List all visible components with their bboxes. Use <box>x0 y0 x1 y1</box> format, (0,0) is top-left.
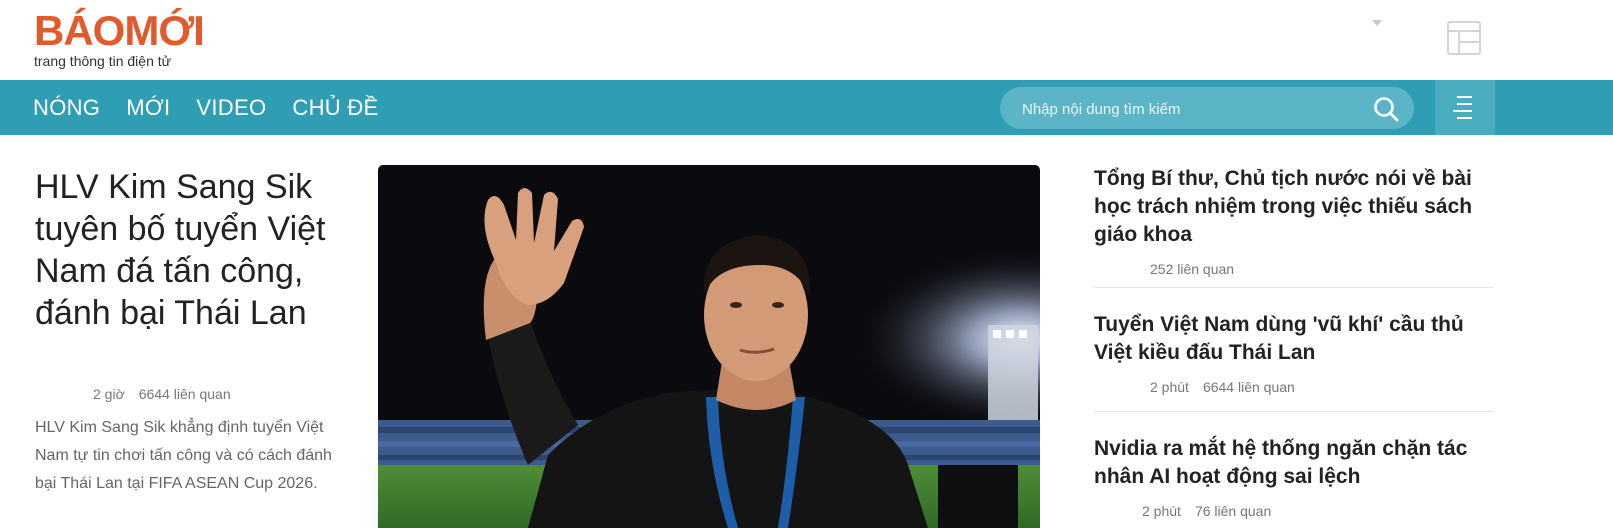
lead-article-image[interactable] <box>378 165 1040 528</box>
layout-grid-icon[interactable] <box>1446 20 1482 56</box>
logo-wordmark: BÁOMỚI <box>34 7 205 54</box>
side-article-time: 2 phút <box>1150 379 1189 395</box>
divider <box>1094 411 1494 412</box>
side-article-related[interactable]: 6644 liên quan <box>1203 379 1295 395</box>
lead-article-related[interactable]: 6644 liên quan <box>139 386 231 402</box>
lead-article-meta: 2 giờ 6644 liên quan <box>35 386 231 402</box>
site-logo[interactable]: BÁOMỚI trang thông tin điện tử <box>34 7 205 70</box>
side-article-meta: 2 phút 6644 liên quan <box>1094 379 1494 395</box>
nav-links: NÓNG MỚI VIDEO CHỦ ĐỀ <box>33 80 379 135</box>
side-article-meta: 252 liên quan <box>1094 261 1494 277</box>
nav-item-video[interactable]: VIDEO <box>196 95 266 121</box>
lead-article-title[interactable]: HLV Kim Sang Sik tuyên bố tuyển Việt Nam… <box>35 166 355 334</box>
search-box <box>1000 87 1414 131</box>
search-input[interactable] <box>1020 87 1354 131</box>
lead-article-summary: HLV Kim Sang Sik khẳng định tuyển Việt N… <box>35 419 332 492</box>
search-icon[interactable] <box>1372 95 1400 123</box>
chevron-down-icon[interactable] <box>1372 20 1382 26</box>
side-article-meta: 2 phút 76 liên quan <box>1094 503 1494 519</box>
side-article[interactable]: Nvidia ra mắt hệ thống ngăn chặn tác nhâ… <box>1094 435 1494 519</box>
nav-item-moi[interactable]: MỚI <box>126 95 170 121</box>
divider <box>1094 287 1494 288</box>
side-article-title[interactable]: Tổng Bí thư, Chủ tịch nước nói về bài họ… <box>1094 165 1494 249</box>
side-article-title[interactable]: Tuyển Việt Nam dùng 'vũ khí' cầu thủ Việ… <box>1094 311 1494 367</box>
top-header: BÁOMỚI trang thông tin điện tử <box>0 0 1613 80</box>
menu-icon[interactable] <box>1435 80 1495 135</box>
side-article-related[interactable]: 76 liên quan <box>1195 503 1271 519</box>
side-article-time: 2 phút <box>1142 503 1181 519</box>
nav-item-nong[interactable]: NÓNG <box>33 95 100 121</box>
side-article-related[interactable]: 252 liên quan <box>1150 261 1234 277</box>
nav-item-chu-de[interactable]: CHỦ ĐỀ <box>292 95 378 121</box>
main-navbar: NÓNG MỚI VIDEO CHỦ ĐỀ <box>0 80 1613 135</box>
side-article[interactable]: Tổng Bí thư, Chủ tịch nước nói về bài họ… <box>1094 165 1494 277</box>
side-article-title[interactable]: Nvidia ra mắt hệ thống ngăn chặn tác nhâ… <box>1094 435 1494 491</box>
lead-article-time: 2 giờ <box>93 386 125 402</box>
side-article[interactable]: Tuyển Việt Nam dùng 'vũ khí' cầu thủ Việ… <box>1094 311 1494 395</box>
logo-tagline: trang thông tin điện tử <box>34 53 172 69</box>
